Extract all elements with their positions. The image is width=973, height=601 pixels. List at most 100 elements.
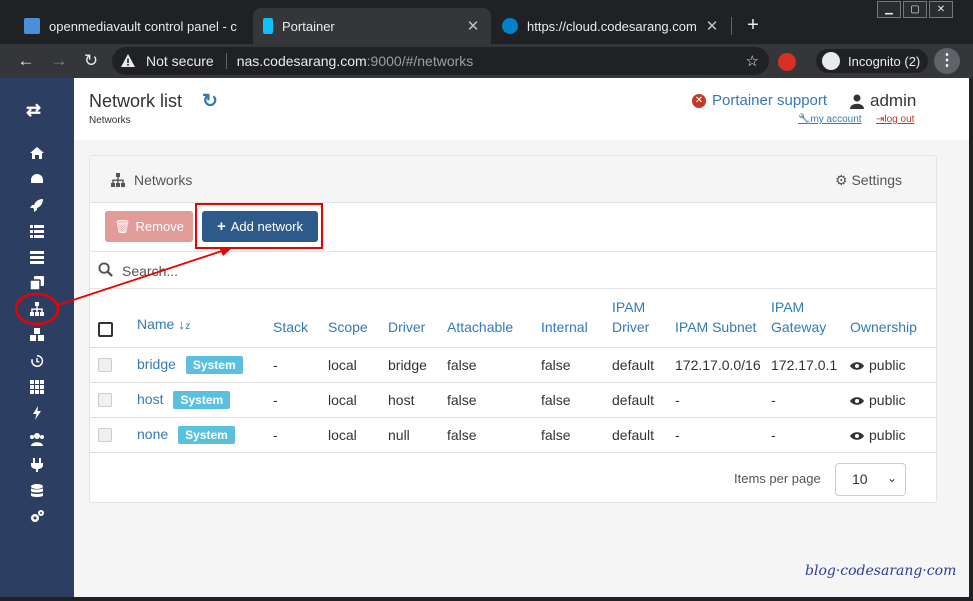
watermark: blog·codesarang·com <box>805 563 957 579</box>
cell-ownership: public <box>850 417 936 453</box>
back-icon[interactable]: ← <box>14 49 38 73</box>
column-scope[interactable]: Scope <box>328 290 388 348</box>
select-all-checkbox[interactable] <box>98 321 113 337</box>
browser-tab-strip: openmediavault control panel - c Portain… <box>0 0 973 44</box>
minimize-icon[interactable]: ▁ <box>877 1 901 18</box>
row-checkbox[interactable] <box>98 357 112 372</box>
portainer-logo-icon[interactable]: ⇄ <box>26 100 41 121</box>
search-bar <box>90 251 936 289</box>
column-internal[interactable]: Internal <box>541 290 612 348</box>
security-status[interactable]: Not secure <box>146 53 214 69</box>
cell-internal: false <box>541 347 612 383</box>
username: admin <box>870 91 917 110</box>
column-ipam-driver[interactable]: IPAM Driver <box>612 290 675 348</box>
reload-icon[interactable]: ↻ <box>79 49 103 73</box>
system-badge: System <box>185 355 243 374</box>
cell-stack: - <box>273 417 328 453</box>
items-per-page-select[interactable]: 10 ⌄ <box>835 463 906 496</box>
sidebar-users-icon[interactable] <box>27 431 47 449</box>
bookmark-star-icon[interactable]: ☆ <box>746 52 759 70</box>
cell-stack: - <box>273 382 328 418</box>
extension-icon[interactable] <box>778 53 796 71</box>
sidebar-sitemap-icon[interactable] <box>27 301 47 319</box>
system-badge: System <box>178 425 235 444</box>
cell-ownership: public <box>850 382 936 418</box>
items-per-page-label: Items per page <box>734 471 821 486</box>
cell-stack: - <box>273 347 328 383</box>
column-ipam-subnet[interactable]: IPAM Subnet <box>675 290 771 348</box>
sidebar-home-icon[interactable] <box>27 145 47 163</box>
warning-icon <box>121 54 135 67</box>
table-row: bridge System - local bridge false false … <box>90 347 936 383</box>
network-name-link[interactable]: bridge <box>137 356 176 372</box>
sidebar-bolt-icon[interactable] <box>27 405 47 423</box>
sidebar-database-icon[interactable] <box>27 483 47 501</box>
column-stack[interactable]: Stack <box>273 290 328 348</box>
column-ipam-gateway[interactable]: IPAM Gateway <box>771 290 850 348</box>
tab-portainer[interactable]: Portainer ✕ <box>253 8 491 44</box>
cell-ipam-driver: default <box>612 347 675 383</box>
network-name-link[interactable]: host <box>137 391 163 407</box>
portainer-support-link[interactable]: ✕ Portainer support <box>692 92 827 109</box>
remove-button[interactable]: 🗑 Remove <box>105 211 193 242</box>
search-icon <box>98 262 113 277</box>
settings-button[interactable]: ⚙ Settings <box>835 172 902 189</box>
cell-ipam-gateway: - <box>771 382 850 418</box>
table-header-row: Name ↓z Stack Scope Driver Attachable In… <box>90 290 936 348</box>
sidebar-clone-icon[interactable] <box>27 275 47 293</box>
tab-title: https://cloud.codesarang.com <box>527 18 697 34</box>
sidebar-server-icon[interactable] <box>27 249 47 267</box>
remove-label: Remove <box>135 219 184 234</box>
eye-icon <box>850 397 864 405</box>
window-controls: ▁ ▢ ✕ <box>875 1 953 19</box>
sidebar: ⇄ <box>0 78 74 597</box>
eye-icon <box>850 432 864 440</box>
close-tab-icon[interactable]: ✕ <box>704 17 720 35</box>
table-row: host System - local host false false defa… <box>90 382 936 418</box>
sidebar-cubes-icon[interactable] <box>27 327 47 345</box>
page-content: ⇄ Network list ↻ Networks ✕ Portainer su… <box>0 78 969 597</box>
cell-attachable: false <box>447 347 541 383</box>
tab-cloud[interactable]: https://cloud.codesarang.com ✕ <box>492 8 730 44</box>
sidebar-dashboard-icon[interactable] <box>27 171 47 189</box>
sidebar-th-icon[interactable] <box>27 379 47 397</box>
tab-openmediavault[interactable]: openmediavault control panel - c <box>14 8 252 44</box>
incognito-label: Incognito (2) <box>848 53 921 69</box>
cell-driver: host <box>388 382 447 418</box>
settings-label: Settings <box>851 172 903 188</box>
incognito-indicator[interactable]: Incognito (2) <box>816 49 928 73</box>
support-label: Portainer support <box>712 92 828 109</box>
close-window-icon[interactable]: ✕ <box>929 1 953 18</box>
maximize-icon[interactable]: ▢ <box>903 1 927 18</box>
forward-icon[interactable]: → <box>47 49 71 73</box>
chevron-down-icon: ⌄ <box>886 471 897 485</box>
column-name[interactable]: Name ↓z <box>137 290 273 348</box>
network-name-link[interactable]: none <box>137 426 168 442</box>
address-bar[interactable]: Not secure nas.codesarang.com:9000/#/net… <box>112 47 769 75</box>
sitemap-icon <box>111 173 125 187</box>
new-tab-button[interactable]: + <box>741 14 765 37</box>
sidebar-history-icon[interactable] <box>27 353 47 371</box>
column-ownership[interactable]: Ownership <box>850 290 936 348</box>
sidebar-rocket-icon[interactable] <box>27 197 47 215</box>
cell-ipam-gateway: - <box>771 417 850 453</box>
search-input[interactable] <box>122 260 522 282</box>
browser-menu-icon[interactable]: ⋮ <box>934 48 960 74</box>
column-driver[interactable]: Driver <box>388 290 447 348</box>
refresh-icon[interactable]: ↻ <box>202 90 218 113</box>
sidebar-th-list-icon[interactable] <box>27 223 47 241</box>
cell-ipam-driver: default <box>612 417 675 453</box>
cell-ownership: public <box>850 347 936 383</box>
row-checkbox[interactable] <box>98 392 112 407</box>
log-out-link[interactable]: ⇥log out <box>876 114 914 125</box>
column-attachable[interactable]: Attachable <box>447 290 541 348</box>
sidebar-plug-icon[interactable] <box>27 457 47 475</box>
row-checkbox[interactable] <box>98 427 112 442</box>
networks-widget: Networks ⚙ Settings 🗑 Remove + Add netwo… <box>89 155 937 503</box>
my-account-link[interactable]: 🔧my account <box>798 114 862 125</box>
my-account-label: my account <box>810 114 862 125</box>
close-tab-icon[interactable]: ✕ <box>465 17 481 35</box>
cell-ipam-subnet: - <box>675 382 771 418</box>
annotation-highlight-box <box>195 203 323 249</box>
sidebar-cogs-icon[interactable] <box>27 509 47 527</box>
